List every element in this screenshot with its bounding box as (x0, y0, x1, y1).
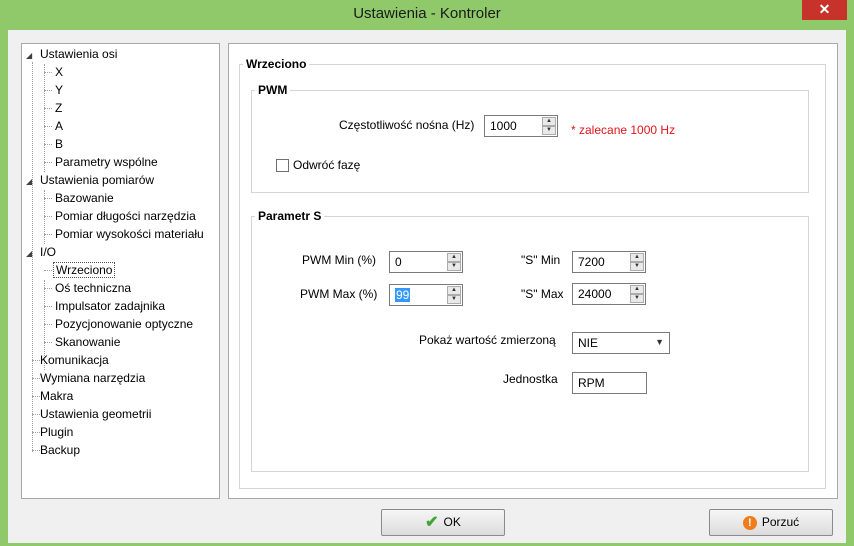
settings-window: Ustawienia - Kontroler ✕ ◢ Ustawienia os… (0, 0, 854, 546)
spin-down-icon[interactable]: ▼ (542, 126, 556, 135)
carrier-frequency-value: 1000 (490, 119, 517, 133)
invert-phase-label: Odwróć fazę (293, 158, 361, 172)
triangle-down-icon[interactable]: ◢ (26, 173, 38, 191)
pwm-max-stepper[interactable]: 99 ▲ ▼ (389, 284, 463, 306)
tree-item-x[interactable]: X (53, 63, 65, 81)
settings-tree[interactable]: ◢ Ustawienia osi X Y Z A B Parametry wspó… (21, 43, 220, 499)
unit-field[interactable]: RPM (572, 372, 647, 394)
spin-up-icon[interactable]: ▲ (542, 117, 556, 126)
show-measured-label: Pokaż wartość zmierzoną (419, 333, 556, 347)
carrier-frequency-hint: * zalecane 1000 Hz (571, 123, 676, 137)
spin-up-icon[interactable]: ▲ (447, 286, 461, 295)
tree-item-ustawienia-osi[interactable]: ◢ Ustawienia osi (26, 45, 119, 63)
triangle-down-icon[interactable]: ◢ (26, 47, 38, 65)
unit-label: Jednostka (503, 372, 558, 386)
tree-item-makra[interactable]: Makra (38, 387, 75, 405)
check-icon: ✔ (425, 514, 439, 532)
tree-item-ustawienia-geometrii[interactable]: Ustawienia geometrii (38, 405, 153, 423)
tree-item-komunikacja[interactable]: Komunikacja (38, 351, 111, 369)
tree-item-os-techniczna[interactable]: Oś techniczna (53, 279, 133, 297)
carrier-frequency-stepper[interactable]: 1000 ▲ ▼ (484, 115, 558, 137)
spin-down-icon[interactable]: ▼ (630, 294, 644, 303)
warning-icon: ! (742, 515, 757, 530)
ok-button-label: OK (443, 515, 461, 529)
tree-item-pomiar-wysokosci[interactable]: Pomiar wysokości materiału (53, 225, 206, 243)
close-button[interactable]: ✕ (802, 0, 847, 20)
carrier-frequency-label: Częstotliwość nośna (Hz) (339, 118, 475, 132)
pwm-max-value: 99 (395, 288, 411, 302)
s-min-value: 7200 (578, 255, 605, 269)
tree-item-wymiana-narzedzia[interactable]: Wymiana narzędzia (38, 369, 147, 387)
window-title: Ustawienia - Kontroler (353, 5, 501, 22)
s-min-label: "S" Min (521, 253, 561, 267)
spin-down-icon[interactable]: ▼ (447, 262, 461, 271)
tree-item-backup[interactable]: Backup (38, 441, 82, 459)
s-max-stepper[interactable]: 24000 ▲ ▼ (572, 283, 646, 305)
tree-item-impulsator[interactable]: Impulsator zadajnika (53, 297, 167, 315)
spin-down-icon[interactable]: ▼ (447, 295, 461, 304)
tree-item-parametry-wspolne[interactable]: Parametry wspólne (53, 153, 160, 171)
tree-item-ustawienia-pomiarow[interactable]: ◢ Ustawienia pomiarów (26, 171, 156, 189)
param-s-title: Parametr S (255, 209, 325, 223)
spin-up-icon[interactable]: ▲ (630, 253, 644, 262)
tree-item-skanowanie[interactable]: Skanowanie (53, 333, 122, 351)
tree-item-pomiar-dlugosci[interactable]: Pomiar długości narzędzia (53, 207, 198, 225)
tree-item-b[interactable]: B (53, 135, 65, 153)
title-bar[interactable]: Ustawienia - Kontroler ✕ (0, 0, 854, 30)
tree-item-y[interactable]: Y (53, 81, 65, 99)
pwm-title: PWM (255, 83, 291, 97)
show-measured-select[interactable]: NIE ▼ (572, 332, 670, 354)
cancel-button[interactable]: ! Porzuć (709, 509, 833, 536)
cancel-button-label: Porzuć (761, 515, 800, 529)
unit-value: RPM (578, 376, 605, 390)
s-max-label: "S" Max (521, 287, 564, 301)
close-icon: ✕ (818, 1, 831, 17)
s-min-stepper[interactable]: 7200 ▲ ▼ (572, 251, 646, 273)
spin-up-icon[interactable]: ▲ (630, 285, 644, 294)
tree-item-a[interactable]: A (53, 117, 65, 135)
wrzeciono-title: Wrzeciono (243, 57, 310, 71)
s-max-value: 24000 (578, 287, 612, 301)
tree-item-wrzeciono[interactable]: Wrzeciono (53, 261, 116, 279)
ok-button[interactable]: ✔ OK (381, 509, 505, 536)
pwm-max-label: PWM Max (%) (300, 287, 378, 301)
invert-phase-checkbox[interactable] (276, 159, 289, 172)
chevron-down-icon: ▼ (655, 337, 664, 347)
pwm-group (251, 90, 809, 193)
spin-down-icon[interactable]: ▼ (630, 262, 644, 271)
dialog-client-area: ◢ Ustawienia osi X Y Z A B Parametry wspó… (8, 30, 846, 543)
pwm-min-label: PWM Min (%) (302, 253, 376, 267)
settings-panel: Wrzeciono PWM Częstotliwość nośna (Hz) 1… (228, 43, 838, 499)
tree-item-bazowanie[interactable]: Bazowanie (53, 189, 116, 207)
pwm-min-value: 0 (395, 255, 402, 269)
show-measured-value: NIE (578, 336, 599, 350)
tree-item-pozycjonowanie[interactable]: Pozycjonowanie optyczne (53, 315, 195, 333)
pwm-min-stepper[interactable]: 0 ▲ ▼ (389, 251, 463, 273)
tree-item-plugin[interactable]: Plugin (38, 423, 75, 441)
spin-up-icon[interactable]: ▲ (447, 253, 461, 262)
triangle-down-icon[interactable]: ◢ (26, 245, 38, 263)
tree-item-io[interactable]: ◢ I/O (26, 243, 58, 261)
tree-item-z[interactable]: Z (53, 99, 64, 117)
